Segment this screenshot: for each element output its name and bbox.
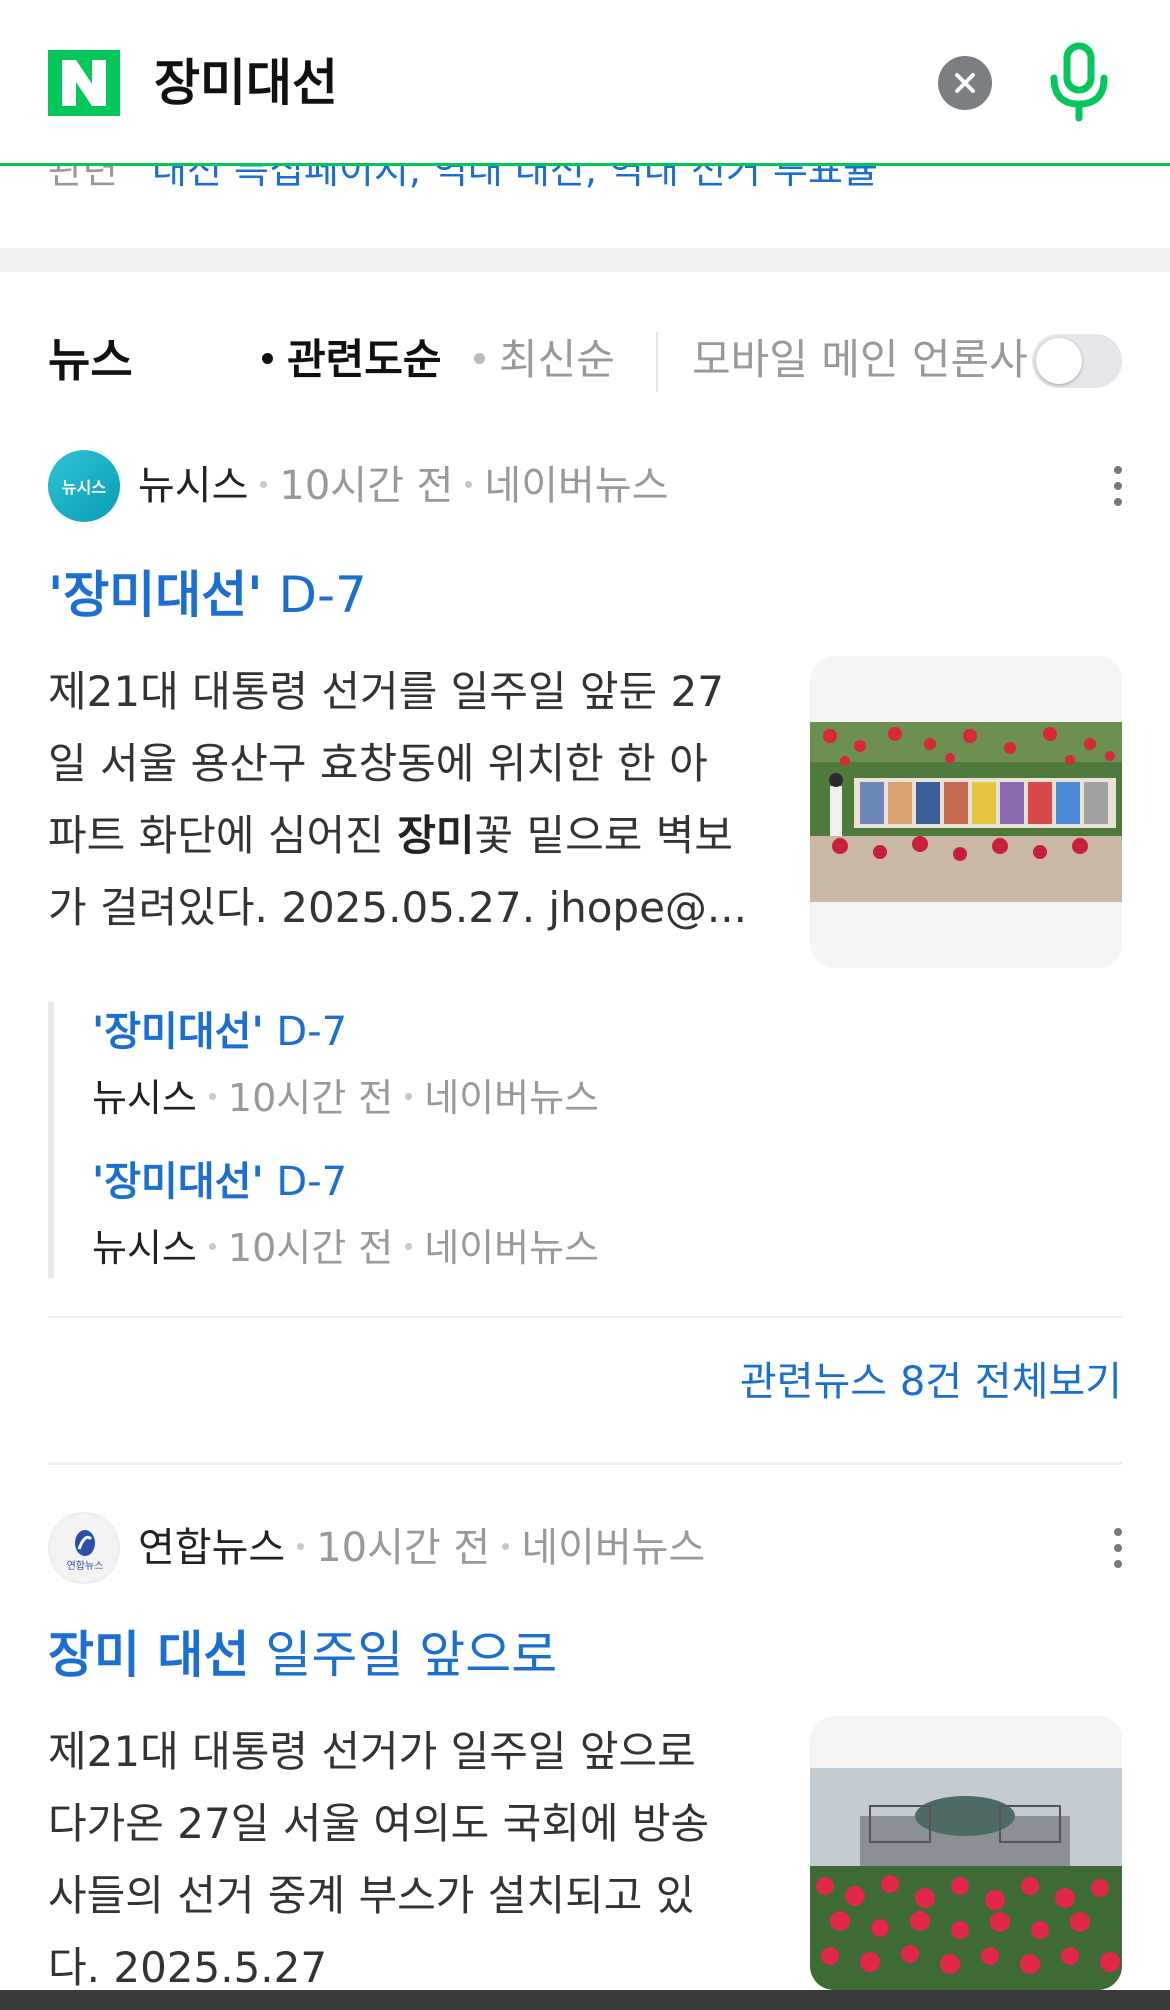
article-thumbnail[interactable] bbox=[810, 656, 1122, 968]
bullet-icon bbox=[262, 353, 273, 364]
svg-text:연합뉴스: 연합뉴스 bbox=[67, 1560, 104, 1572]
related-title-keyword: '장미대선' bbox=[92, 1009, 264, 1055]
search-header: 장미대선 bbox=[0, 0, 1170, 166]
article-source[interactable]: 네이버뉴스 bbox=[521, 1525, 705, 1571]
divider bbox=[48, 1316, 1122, 1318]
summary-line: 사들의 선거 중계 부스가 설치되고 있 bbox=[48, 1871, 695, 1920]
related-title-keyword: '장미대선' bbox=[92, 1159, 264, 1205]
article-meta: 뉴시스 10시간 전 네이버뉴스 bbox=[138, 458, 668, 514]
voice-search-button[interactable] bbox=[1044, 42, 1114, 124]
mobile-main-press-toggle[interactable] bbox=[1032, 334, 1122, 388]
close-icon bbox=[955, 73, 975, 93]
article-time: 10시간 전 bbox=[279, 463, 454, 509]
sort-latest-tab[interactable]: 최신순 bbox=[474, 330, 615, 390]
mobile-main-press-label: 모바일 메인 언론사 bbox=[692, 335, 1028, 384]
roses-posters-image bbox=[810, 722, 1122, 902]
headline-rest: D-7 bbox=[262, 566, 367, 624]
summary-line: 제21대 대통령 선거가 일주일 앞으로 bbox=[48, 1727, 696, 1776]
headline-keyword: '장미대선' bbox=[48, 566, 263, 624]
related-press-name[interactable]: 뉴시스 bbox=[92, 1076, 197, 1120]
toggle-knob bbox=[1036, 338, 1082, 384]
related-time: 10시간 전 bbox=[227, 1226, 394, 1270]
press-logo-yonhap[interactable]: 연합뉴스 bbox=[48, 1512, 120, 1584]
bottom-navigation-bar bbox=[0, 1990, 1170, 2010]
more-options-button[interactable] bbox=[1108, 1528, 1128, 1578]
headline-rest: 일주일 앞으로 bbox=[249, 1626, 558, 1684]
more-icon-dot bbox=[1114, 482, 1122, 490]
related-title-rest: D-7 bbox=[263, 1159, 348, 1205]
separator bbox=[260, 480, 268, 488]
more-icon-dot bbox=[1114, 498, 1122, 506]
article-source[interactable]: 네이버뉴스 bbox=[484, 463, 668, 509]
separator bbox=[502, 1542, 510, 1550]
related-time: 10시간 전 bbox=[227, 1076, 394, 1120]
summary-line: 일 서울 용산구 효창동에 위치한 한 아 bbox=[48, 739, 708, 788]
summary-line: 다가온 27일 서울 여의도 국회에 방송 bbox=[48, 1799, 710, 1848]
more-options-button[interactable] bbox=[1108, 466, 1128, 516]
microphone-icon bbox=[1050, 42, 1108, 122]
separator bbox=[208, 1093, 216, 1100]
search-input[interactable]: 장미대선 bbox=[154, 50, 338, 116]
sort-latest-label: 최신순 bbox=[499, 335, 615, 384]
related-article-meta: 뉴시스 10시간 전 네이버뉴스 bbox=[92, 1070, 599, 1126]
press-name[interactable]: 뉴시스 bbox=[138, 463, 248, 509]
separator bbox=[405, 1243, 413, 1250]
related-article-title[interactable]: '장미대선' D-7 bbox=[92, 1154, 347, 1210]
bullet-icon bbox=[474, 353, 485, 364]
summary-text: 꽃 밑으로 벽보 bbox=[474, 811, 734, 860]
article-headline[interactable]: '장미대선' D-7 bbox=[48, 560, 367, 630]
summary-line: 파트 화단에 심어진 장미꽃 밑으로 벽보 bbox=[48, 800, 768, 872]
related-source[interactable]: 네이버뉴스 bbox=[424, 1226, 599, 1270]
summary-keyword: 장미 bbox=[397, 811, 475, 860]
article-time: 10시간 전 bbox=[316, 1525, 491, 1571]
sort-relevance-label: 관련도순 bbox=[287, 335, 442, 384]
separator bbox=[465, 480, 473, 488]
related-source[interactable]: 네이버뉴스 bbox=[424, 1076, 599, 1120]
section-divider bbox=[0, 248, 1170, 272]
clear-search-button[interactable] bbox=[938, 56, 992, 110]
related-press-name[interactable]: 뉴시스 bbox=[92, 1226, 197, 1270]
newsis-logo-icon: 뉴시스 bbox=[62, 478, 106, 497]
more-icon-dot bbox=[1114, 1544, 1122, 1552]
naver-logo[interactable] bbox=[48, 50, 120, 116]
divider bbox=[48, 1462, 1122, 1465]
separator bbox=[208, 1243, 216, 1250]
related-cluster-bar bbox=[48, 1002, 54, 1278]
separator bbox=[405, 1093, 413, 1100]
summary-line: 제21대 대통령 선거를 일주일 앞둔 27 bbox=[48, 667, 724, 716]
news-section-title: 뉴스 bbox=[48, 333, 133, 387]
more-icon bbox=[1114, 1528, 1122, 1536]
related-title-rest: D-7 bbox=[263, 1009, 348, 1055]
more-icon bbox=[1114, 466, 1122, 474]
press-name[interactable]: 연합뉴스 bbox=[138, 1525, 285, 1571]
press-logo-newsis[interactable]: 뉴시스 bbox=[48, 450, 120, 522]
yonhap-logo-icon: 연합뉴스 bbox=[67, 1530, 104, 1572]
article-meta: 연합뉴스 10시간 전 네이버뉴스 bbox=[138, 1520, 705, 1576]
view-all-related-link[interactable]: 관련뉴스 8건 전체보기 bbox=[740, 1354, 1122, 1410]
summary-text: 파트 화단에 심어진 bbox=[48, 811, 398, 860]
article-thumbnail[interactable] bbox=[810, 1716, 1122, 1990]
svg-text:뉴시스: 뉴시스 bbox=[62, 478, 106, 497]
divider bbox=[656, 332, 658, 392]
article-headline[interactable]: 장미 대선 일주일 앞으로 bbox=[48, 1620, 557, 1690]
related-article-title[interactable]: '장미대선' D-7 bbox=[92, 1004, 347, 1060]
article-summary[interactable]: 제21대 대통령 선거를 일주일 앞둔 27 일 서울 용산구 효창동에 위치한… bbox=[48, 656, 768, 944]
national-assembly-roses-image bbox=[810, 1768, 1122, 1990]
article-summary[interactable]: 제21대 대통령 선거가 일주일 앞으로 다가온 27일 서울 여의도 국회에 … bbox=[48, 1716, 768, 2004]
more-icon-dot bbox=[1114, 1560, 1122, 1568]
headline-keyword: 장미 대선 bbox=[48, 1626, 250, 1684]
summary-line: 가 걸려있다. 2025.05.27. jhope@... bbox=[48, 883, 747, 932]
separator bbox=[297, 1542, 305, 1550]
sort-relevance-tab[interactable]: 관련도순 bbox=[262, 330, 442, 390]
naver-n-icon bbox=[62, 60, 106, 106]
related-article-meta: 뉴시스 10시간 전 네이버뉴스 bbox=[92, 1220, 599, 1276]
